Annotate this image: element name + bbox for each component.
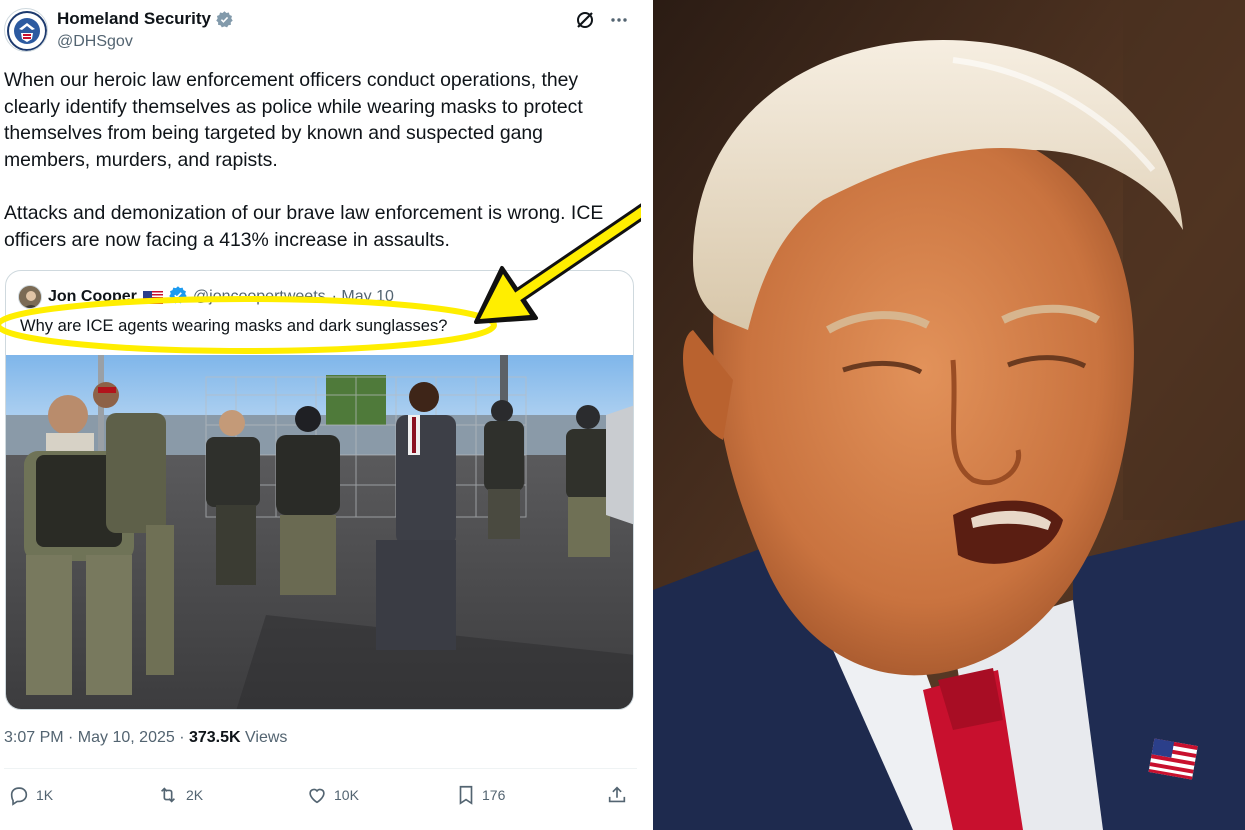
like-button[interactable]: 10K	[306, 784, 359, 806]
repost-icon	[156, 784, 180, 806]
tweet-meta: 3:07 PM · May 10, 2025 · 373.5K Views	[4, 729, 287, 747]
bookmark-button[interactable]: 176	[456, 784, 505, 806]
views-count: 373.5K	[188, 729, 241, 746]
quote-photo[interactable]	[6, 355, 633, 709]
bookmark-icon	[456, 784, 476, 806]
grok-icon[interactable]	[575, 10, 595, 30]
verified-badge-icon	[169, 285, 187, 309]
reply-count: 1K	[36, 787, 54, 803]
tweet-actions: 1K 2K 10K 176	[8, 784, 628, 810]
tweet-paragraph-1: When our heroic law enforcement officers…	[4, 69, 583, 171]
reply-button[interactable]: 1K	[8, 784, 53, 806]
quoted-tweet-header: Jon Cooper @joncoopertweets · May 10	[18, 284, 394, 310]
views-label: Views	[240, 729, 288, 746]
interview-photo	[653, 0, 1245, 830]
repost-button[interactable]: 2K	[156, 784, 203, 806]
header-actions	[575, 10, 629, 30]
quote-author-name[interactable]: Jon Cooper	[48, 288, 137, 306]
tweet-timestamp[interactable]: 3:07 PM · May 10, 2025 ·	[4, 729, 189, 746]
tweet-header: Homeland Security @DHSgov	[4, 6, 635, 54]
gov-verified-badge-icon	[216, 10, 233, 28]
divider	[4, 768, 637, 769]
more-icon[interactable]	[609, 10, 629, 30]
like-count: 10K	[334, 787, 359, 803]
author-name-row[interactable]: Homeland Security	[57, 9, 233, 29]
reply-icon	[8, 784, 30, 806]
tweet-card: Homeland Security @DHSgov When our heroi…	[0, 0, 641, 830]
like-icon	[306, 784, 328, 806]
quote-author-handle[interactable]: @joncoopertweets	[193, 288, 326, 306]
panel-divider	[641, 0, 653, 830]
quote-author-avatar[interactable]	[18, 285, 42, 309]
author-handle[interactable]: @DHSgov	[57, 33, 233, 51]
dhs-avatar[interactable]	[4, 8, 48, 52]
author-block: Homeland Security @DHSgov	[57, 9, 233, 51]
author-name[interactable]: Homeland Security	[57, 9, 211, 29]
share-icon	[606, 784, 628, 806]
share-button[interactable]	[606, 784, 628, 806]
us-flag-emoji-icon	[142, 290, 163, 304]
quote-date[interactable]: · May 10	[332, 288, 394, 306]
tweet-paragraph-2: Attacks and demonization of our brave la…	[4, 201, 604, 251]
quote-text: Why are ICE agents wearing masks and dar…	[20, 317, 448, 335]
bookmark-count: 176	[482, 787, 506, 803]
tweet-text: When our heroic law enforcement officers…	[4, 67, 604, 253]
quoted-tweet[interactable]: Jon Cooper @joncoopertweets · May 10 Why…	[5, 270, 634, 710]
repost-count: 2K	[186, 787, 204, 803]
